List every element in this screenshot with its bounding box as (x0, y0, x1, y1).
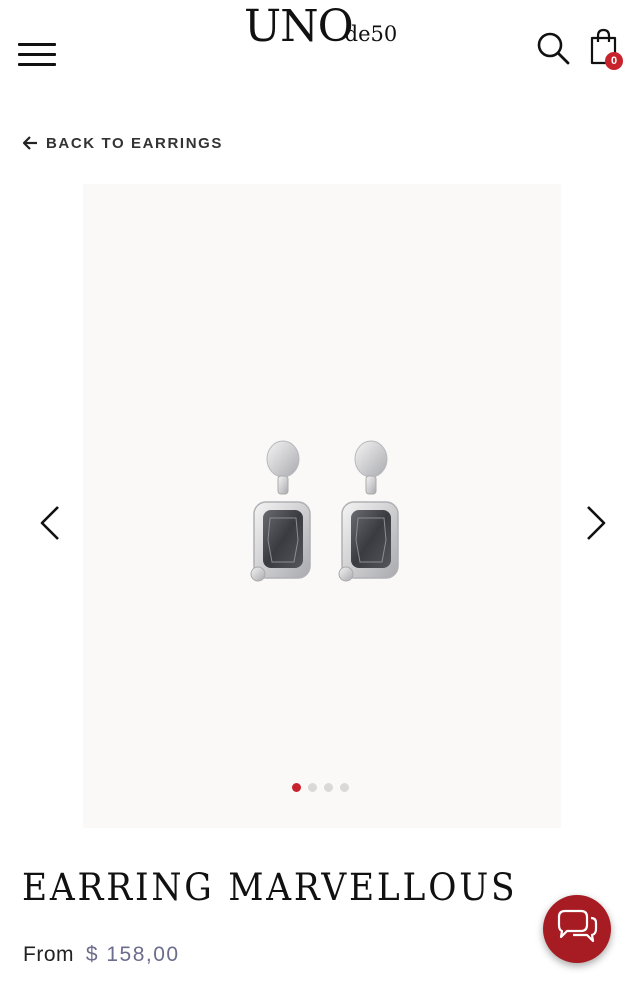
gallery-dot-4[interactable] (340, 783, 349, 792)
product-price: $ 158,00 (85, 943, 180, 966)
chat-button[interactable] (543, 895, 611, 963)
next-image-button[interactable] (578, 501, 612, 545)
previous-image-button[interactable] (34, 501, 68, 545)
product-image-gallery[interactable] (83, 184, 561, 828)
logo-main-text: UNO (244, 1, 354, 52)
hamburger-menu-icon (18, 43, 56, 46)
price-prefix: From (23, 943, 74, 966)
cart-button[interactable]: 0 (588, 28, 628, 72)
gallery-dot-1[interactable] (292, 783, 301, 792)
back-to-earrings-link[interactable]: BACK TO EARRINGS (22, 132, 223, 154)
site-header: UNO de50 0 (0, 0, 644, 100)
back-link-label: BACK TO EARRINGS (46, 134, 223, 152)
cart-count-badge: 0 (605, 52, 623, 70)
menu-button[interactable] (18, 41, 56, 69)
chevron-left-icon (40, 506, 59, 540)
gallery-dot-3[interactable] (324, 783, 333, 792)
menu-bar-bottom (18, 63, 56, 66)
logo-sub-text: de50 (344, 22, 398, 46)
product-image (250, 440, 399, 582)
product-title: EARRING MARVELLOUS (22, 866, 518, 909)
arrow-left-icon (22, 136, 37, 150)
gallery-dot-2[interactable] (308, 783, 317, 792)
search-icon (537, 32, 570, 65)
chat-icon (557, 909, 598, 943)
menu-bar-middle (18, 53, 56, 56)
site-logo[interactable]: UNO de50 (244, 0, 397, 54)
gallery-pagination (292, 783, 349, 793)
chevron-right-icon (587, 506, 606, 540)
product-page: UNO de50 0 BACK TO EARRINGS EARRING MARV… (0, 0, 644, 999)
search-button[interactable] (535, 30, 571, 66)
price-row: From $ 158,00 (23, 943, 180, 967)
